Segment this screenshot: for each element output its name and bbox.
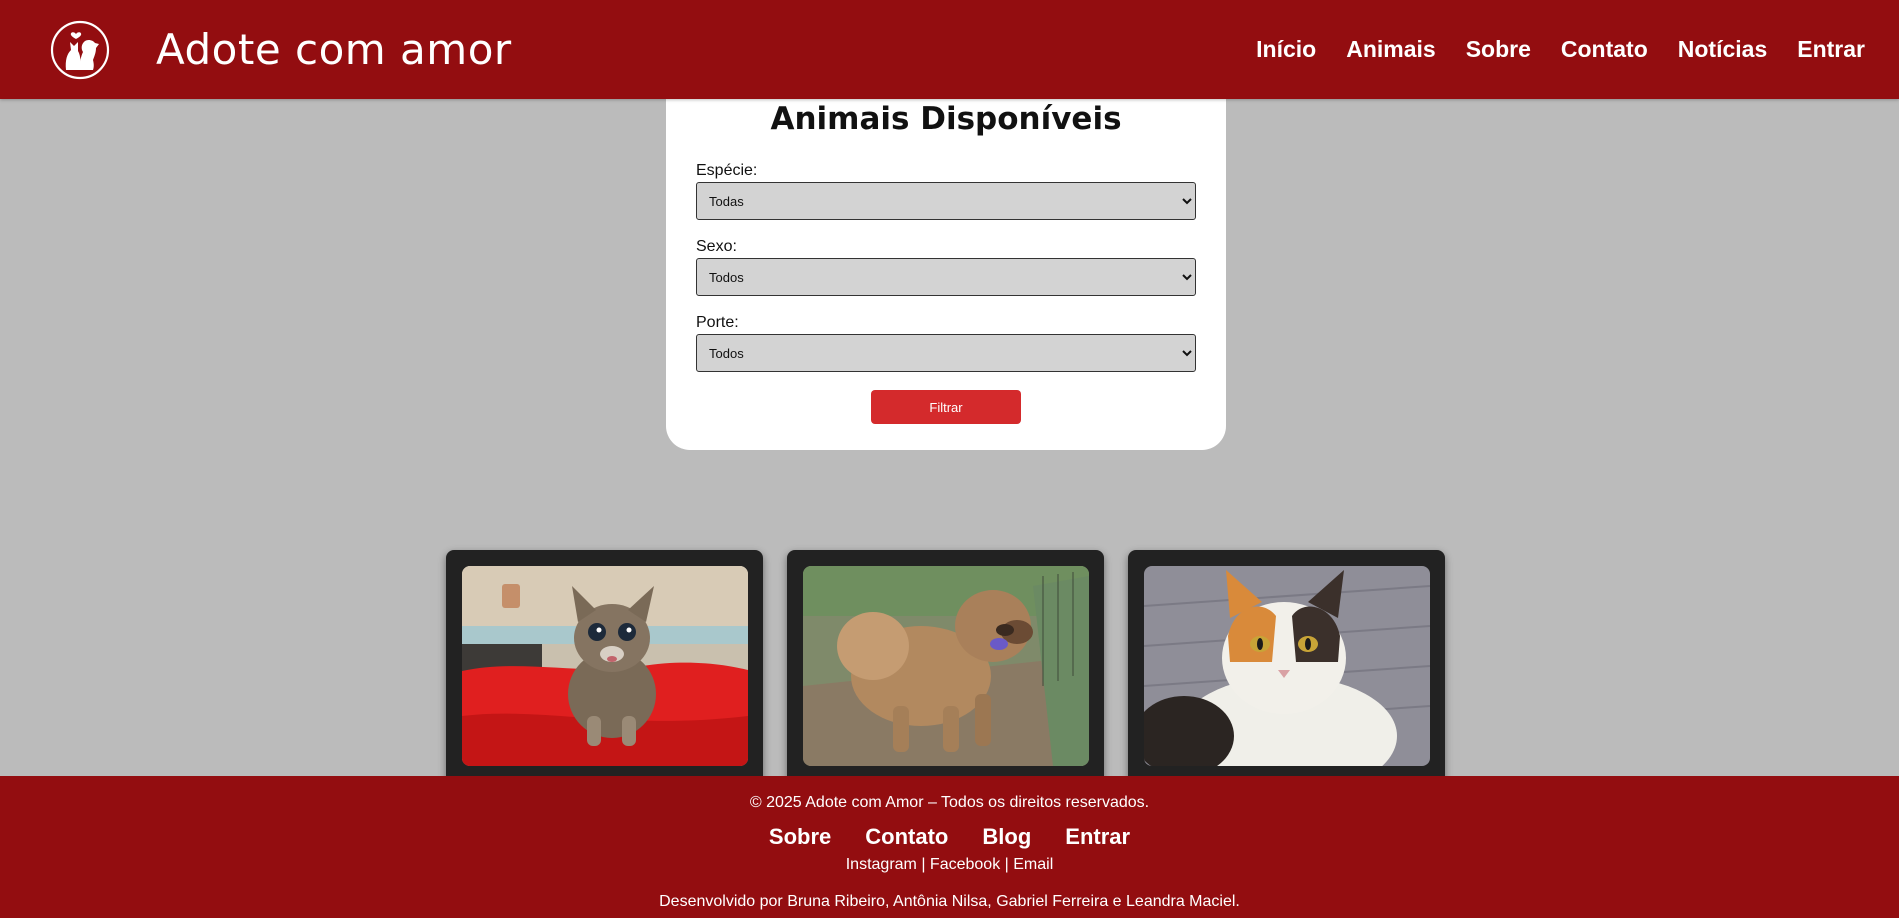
main-nav: Início Animais Sobre Contato Notícias En… — [1256, 34, 1865, 64]
filter-button[interactable]: Filtrar — [871, 390, 1021, 424]
nav-link-entrar[interactable]: Entrar — [1797, 34, 1865, 64]
footer-link-contato[interactable]: Contato — [865, 823, 948, 851]
nav-link-contato[interactable]: Contato — [1561, 34, 1648, 64]
social-separator: | — [1000, 856, 1014, 873]
footer-link-entrar[interactable]: Entrar — [1065, 823, 1130, 851]
nav-link-animais[interactable]: Animais — [1346, 34, 1435, 64]
calico-cat-photo[interactable] — [1144, 566, 1430, 766]
filter-title: Animais Disponíveis — [770, 101, 1122, 137]
size-label: Porte: — [696, 314, 739, 331]
site-title: Adote com amor — [156, 25, 512, 74]
species-select[interactable]: Todas — [696, 182, 1196, 220]
nav-link-noticias[interactable]: Notícias — [1678, 34, 1767, 64]
credits-text: Desenvolvido por Bruna Ribeiro, Antônia … — [659, 893, 1240, 910]
footer-nav: Sobre Contato Blog Entrar — [0, 823, 1899, 851]
footer-link-blog[interactable]: Blog — [982, 823, 1031, 851]
email-link[interactable]: Email — [1013, 856, 1053, 873]
animal-grid — [446, 550, 1446, 800]
facebook-link[interactable]: Facebook — [930, 856, 1000, 873]
tabby-kitten-photo[interactable] — [462, 566, 748, 766]
sex-select[interactable]: Todos — [696, 258, 1196, 296]
copyright-text: © 2025 Adote com Amor – Todos os direito… — [749, 794, 1150, 811]
animal-card[interactable] — [446, 550, 763, 800]
species-label: Espécie: — [696, 162, 758, 179]
social-separator: | — [916, 856, 930, 873]
site-header: Adote com amor Início Animais Sobre Cont… — [0, 0, 1899, 99]
size-select[interactable]: Todos — [696, 334, 1196, 372]
nav-link-sobre[interactable]: Sobre — [1466, 34, 1531, 64]
social-links: Instagram | Facebook | Email — [0, 855, 1899, 875]
chow-chow-dog-photo[interactable] — [803, 566, 1089, 766]
pets-heart-logo-icon[interactable] — [50, 20, 110, 80]
filter-card: Animais Disponíveis Espécie: Todas Sexo:… — [666, 80, 1226, 450]
animal-card[interactable] — [1128, 550, 1445, 800]
sex-label: Sexo: — [696, 238, 737, 255]
site-footer: © 2025 Adote com Amor – Todos os direito… — [0, 776, 1899, 918]
animal-card[interactable] — [787, 550, 1104, 800]
nav-link-inicio[interactable]: Início — [1256, 34, 1316, 64]
instagram-link[interactable]: Instagram — [846, 856, 917, 873]
footer-link-sobre[interactable]: Sobre — [769, 823, 831, 851]
